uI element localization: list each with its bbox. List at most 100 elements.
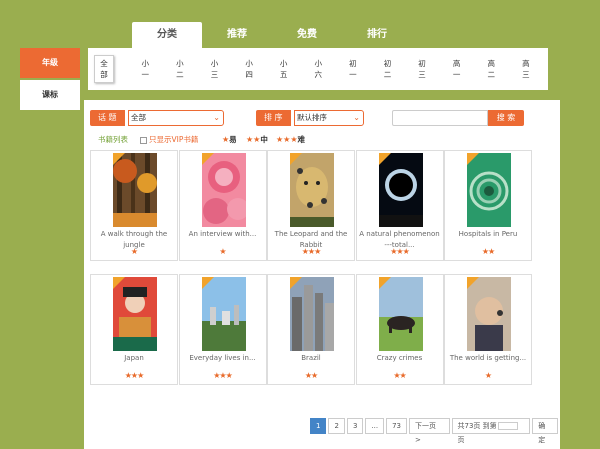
difficulty-stars: ★ — [219, 247, 226, 256]
book-card[interactable]: Hospitals in Peru ★★ — [444, 150, 532, 261]
book-cover[interactable] — [467, 153, 511, 227]
level-easy: ★易 — [222, 135, 237, 144]
book-grid-row-2: Japan ★★★ Everyday lives in... ★★★ Brazil ★★ C… — [90, 274, 550, 385]
vip-badge-icon — [378, 277, 391, 289]
difficulty-stars: ★★ — [481, 247, 495, 256]
grade-item[interactable]: 全部 — [94, 55, 114, 83]
sort-label: 排 序 — [256, 110, 291, 126]
book-card[interactable]: A natural phenomenon ---total... ★★★ — [355, 150, 444, 261]
book-cover[interactable] — [113, 277, 157, 351]
book-card[interactable]: The Leopard and the Rabbit ★★★ — [267, 150, 355, 261]
topic-select-value: 全部 — [131, 113, 146, 122]
vip-badge-icon — [467, 153, 479, 165]
sort-select-value: 默认排序 — [297, 113, 327, 122]
side-tab-course[interactable]: 课标 — [20, 80, 80, 110]
grade-item[interactable]: 高一 — [439, 58, 474, 80]
grade-item[interactable]: 高三 — [509, 58, 544, 80]
grade-item[interactable]: 小六 — [301, 58, 336, 80]
book-card[interactable]: An interview with... ★ — [178, 150, 267, 261]
grade-item[interactable]: 初一 — [336, 58, 371, 80]
tab-ranking[interactable]: 排行 — [342, 22, 412, 48]
book-title[interactable]: The world is getting... — [447, 353, 529, 364]
grade-item[interactable]: 初二 — [370, 58, 405, 80]
page-button-2[interactable]: 2 — [328, 418, 345, 434]
vip-badge-icon — [201, 277, 214, 289]
difficulty-stars: ★ — [130, 247, 138, 256]
pagination: 1 2 3 ... 73 下一页 > 共73页 到第页 确定 — [310, 418, 560, 444]
book-card[interactable]: The world is getting... ★ — [444, 274, 532, 385]
difficulty-stars: ★★★ — [301, 247, 322, 256]
book-title[interactable]: Hospitals in Peru — [447, 229, 529, 240]
difficulty-stars: ★★★ — [390, 247, 410, 256]
vip-badge-icon — [290, 277, 302, 289]
difficulty-stars: ★★ — [304, 371, 318, 380]
book-card[interactable]: A walk through the jungle ★ — [90, 150, 178, 261]
vip-filter-checkbox[interactable]: 只显示VIP书籍 — [140, 134, 198, 146]
level-hard: ★★★难 — [276, 135, 306, 144]
book-cover[interactable] — [201, 153, 246, 227]
grade-item[interactable]: 小二 — [163, 58, 198, 80]
star-icon: ★★ — [246, 135, 261, 144]
next-page-button[interactable]: 下一页 > — [409, 418, 450, 444]
page-button-last[interactable]: 73 — [386, 418, 408, 434]
sort-select[interactable]: 默认排序 ⌄ — [294, 110, 364, 126]
star-icon: ★★★ — [276, 135, 298, 144]
tab-category[interactable]: 分类 — [132, 22, 202, 48]
book-cover[interactable] — [113, 153, 157, 227]
grade-item[interactable]: 高二 — [474, 58, 509, 80]
main-panel: 话 题 全部 ⌄ 排 序 默认排序 ⌄ 搜 索 书籍列表 只显示VIP书籍 ★易… — [84, 100, 560, 449]
book-cover[interactable] — [378, 277, 423, 351]
vip-filter-label: 只显示VIP书籍 — [149, 135, 199, 144]
grade-item[interactable]: 初三 — [405, 58, 440, 80]
topic-label: 话 题 — [90, 110, 125, 126]
legend-row: 书籍列表 只显示VIP书籍 ★易 ★★中 ★★★难 — [98, 134, 538, 146]
page-button-1[interactable]: 1 — [310, 418, 327, 434]
tab-free[interactable]: 免费 — [272, 22, 342, 48]
book-title[interactable]: Japan — [93, 353, 175, 364]
vip-badge-icon — [113, 277, 125, 289]
book-title[interactable]: An interview with... — [182, 229, 264, 240]
book-title[interactable]: Brazil — [270, 353, 352, 364]
top-tab-bar: 分类 推荐 免费 排行 — [132, 22, 412, 48]
difficulty-stars: ★★★ — [124, 371, 145, 380]
book-cover[interactable] — [290, 153, 334, 227]
grade-item[interactable]: 小五 — [266, 58, 301, 80]
difficulty-stars: ★★★ — [213, 371, 233, 380]
page-jump: 共73页 到第页 — [451, 418, 531, 444]
confirm-button[interactable]: 确定 — [532, 418, 558, 444]
page-jump-input[interactable] — [497, 422, 518, 430]
search-input[interactable] — [392, 110, 488, 126]
filter-bar: 话 题 全部 ⌄ 排 序 默认排序 ⌄ 搜 索 — [90, 110, 554, 126]
book-cover[interactable] — [201, 277, 246, 351]
book-card[interactable]: Crazy crimes ★★ — [355, 274, 444, 385]
book-grid-row-1: A walk through the jungle ★ An interview w… — [90, 150, 550, 261]
grade-item[interactable]: 小一 — [128, 58, 163, 80]
page-jump-suffix: 页 — [457, 436, 465, 444]
difficulty-stars: ★★ — [393, 371, 406, 380]
search-button[interactable]: 搜 索 — [488, 110, 524, 126]
vip-badge-icon — [467, 277, 479, 289]
grade-selector: 全部小一小二小三小四小五小六初一初二初三高一高二高三 — [88, 48, 548, 90]
difficulty-stars: ★ — [484, 371, 492, 380]
side-tab-grade[interactable]: 年级 — [20, 48, 80, 78]
book-title[interactable]: Everyday lives in... — [182, 353, 264, 364]
book-cover[interactable] — [290, 277, 334, 351]
topic-select[interactable]: 全部 ⌄ — [128, 110, 224, 126]
book-card[interactable]: Brazil ★★ — [267, 274, 355, 385]
book-card[interactable]: Everyday lives in... ★★★ — [178, 274, 267, 385]
grade-item[interactable]: 小四 — [232, 58, 267, 80]
chevron-down-icon: ⌄ — [213, 113, 220, 122]
page-button-3[interactable]: 3 — [346, 418, 364, 434]
book-list-title: 书籍列表 — [98, 135, 128, 144]
book-title[interactable]: Crazy crimes — [359, 353, 441, 364]
checkbox-icon[interactable] — [140, 136, 147, 144]
level-medium: ★★中 — [246, 135, 268, 144]
book-cover[interactable] — [378, 153, 423, 227]
book-cover[interactable] — [467, 277, 511, 351]
grade-item[interactable]: 小三 — [197, 58, 232, 80]
vip-badge-icon — [378, 153, 391, 165]
vip-badge-icon — [290, 153, 302, 165]
tab-recommend[interactable]: 推荐 — [202, 22, 272, 48]
book-card[interactable]: Japan ★★★ — [90, 274, 178, 385]
page-jump-prefix: 共73页 到第 — [457, 422, 497, 430]
